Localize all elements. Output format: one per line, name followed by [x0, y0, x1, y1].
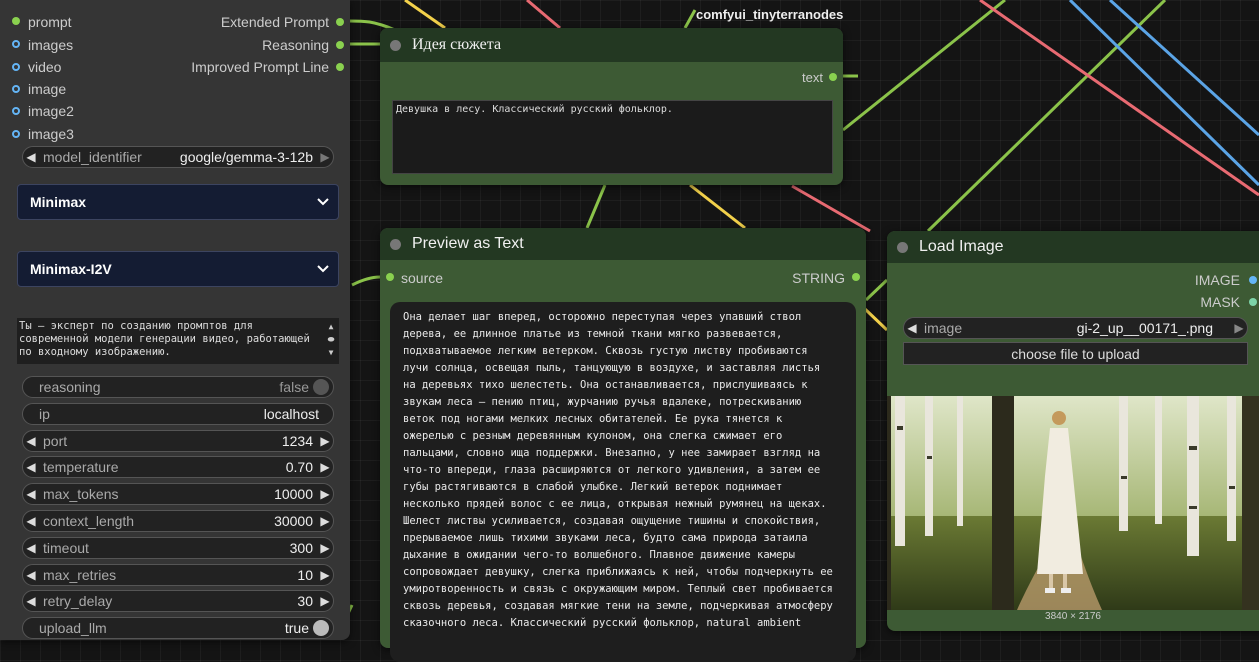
system-prompt-textarea[interactable]: Ты — эксперт по созданию промптов для со… — [17, 318, 339, 364]
decrement-arrow-icon[interactable]: ◀ — [23, 434, 39, 448]
scrollbar[interactable]: ▲ ⬬ ▼ — [325, 320, 337, 362]
increment-arrow-icon[interactable]: ▶ — [317, 150, 333, 164]
input-label-source: source — [401, 270, 444, 286]
timeout-stepper[interactable]: ◀ timeout 300 ▶ — [22, 537, 334, 559]
image-dimensions: 3840 × 2176 — [1045, 611, 1101, 622]
node-header[interactable]: Идея сюжета — [380, 28, 843, 62]
input-slot-image3[interactable] — [12, 130, 20, 138]
output-slot-image[interactable] — [1249, 276, 1257, 284]
increment-arrow-icon[interactable]: ▶ — [317, 594, 333, 608]
ip-field[interactable]: ip localhost — [22, 403, 334, 425]
input-label-prompt: prompt — [28, 14, 72, 30]
input-label-image: image — [28, 81, 67, 97]
upload-llm-toggle[interactable]: upload_llm true — [22, 617, 334, 639]
input-slot-images[interactable] — [12, 40, 20, 48]
output-label-text: text — [802, 70, 823, 85]
wire-red — [791, 184, 871, 233]
decrement-arrow-icon[interactable]: ◀ — [23, 460, 39, 474]
chevron-down-icon — [317, 198, 329, 206]
node-header[interactable]: Load Image — [887, 231, 1259, 263]
input-slot-prompt[interactable] — [12, 17, 20, 25]
output-label-mask: MASK — [1200, 294, 1240, 310]
provider-select[interactable]: Minimax — [17, 184, 339, 220]
llm-prompt-node[interactable]: prompt images video image image2 image3 … — [0, 0, 350, 640]
output-label-extended-prompt: Extended Prompt — [220, 14, 329, 30]
load-image-node[interactable]: Load Image IMAGE MASK ◀ image gi-2_up__0… — [887, 231, 1259, 631]
chevron-down-icon — [317, 265, 329, 273]
output-label-improved-prompt-line: Improved Prompt Line — [191, 59, 329, 75]
decrement-arrow-icon[interactable]: ◀ — [904, 321, 920, 335]
wire-green — [864, 278, 889, 302]
node-title: Идея сюжета — [412, 36, 502, 53]
output-slot-extended-prompt[interactable] — [336, 18, 344, 26]
decrement-arrow-icon[interactable]: ◀ — [23, 487, 39, 501]
output-slot-string[interactable] — [852, 273, 860, 281]
input-label-video: video — [28, 59, 62, 75]
increment-arrow-icon[interactable]: ▶ — [317, 568, 333, 582]
toggle-knob[interactable] — [313, 379, 329, 395]
wire-green — [842, 0, 1006, 132]
model-identifier-widget[interactable]: ◀ model_identifier google/gemma-3-12b ▶ — [22, 146, 334, 168]
input-label-image2: image2 — [28, 103, 74, 119]
wire-blue — [1108, 0, 1259, 137]
output-slot-reasoning[interactable] — [336, 41, 344, 49]
decrement-arrow-icon[interactable]: ◀ — [23, 541, 39, 555]
reasoning-toggle[interactable]: reasoning false — [22, 376, 334, 398]
wire-yellow — [689, 183, 746, 230]
context-length-stepper[interactable]: ◀ context_length 30000 ▶ — [22, 510, 334, 532]
node-title: Preview as Text — [412, 235, 524, 252]
idea-textarea[interactable]: Девушка в лесу. Классический русский фол… — [392, 100, 833, 174]
collapse-dot-icon[interactable] — [390, 40, 401, 51]
increment-arrow-icon[interactable]: ▶ — [317, 514, 333, 528]
wire-blue — [1068, 0, 1259, 187]
preview-text-display: Она делает шаг вперед, осторожно пересту… — [390, 302, 856, 662]
temperature-stepper[interactable]: ◀ temperature 0.70 ▶ — [22, 456, 334, 478]
node-title: Load Image — [919, 238, 1004, 255]
max-retries-stepper[interactable]: ◀ max_retries 10 ▶ — [22, 564, 334, 586]
output-label-reasoning: Reasoning — [262, 37, 329, 53]
input-label-images: images — [28, 37, 74, 53]
input-label-image3: image3 — [28, 126, 74, 142]
image-combo[interactable]: ◀ image gi-2_up__00171_.png ▶ — [903, 317, 1248, 339]
decrement-arrow-icon[interactable]: ◀ — [23, 594, 39, 608]
forest-photo — [887, 396, 1259, 610]
output-slot-text[interactable] — [829, 73, 837, 81]
collapse-dot-icon[interactable] — [390, 239, 401, 250]
increment-arrow-icon[interactable]: ▶ — [1231, 321, 1247, 335]
story-idea-node[interactable]: Идея сюжета text Девушка в лесу. Классич… — [380, 28, 843, 185]
input-slot-video[interactable] — [12, 63, 20, 71]
increment-arrow-icon[interactable]: ▶ — [317, 434, 333, 448]
max-tokens-stepper[interactable]: ◀ max_tokens 10000 ▶ — [22, 483, 334, 505]
wire-green — [585, 184, 607, 229]
node-header[interactable]: Preview as Text — [380, 228, 866, 260]
decrement-arrow-icon[interactable]: ◀ — [23, 150, 39, 164]
input-slot-image[interactable] — [12, 85, 20, 93]
wire-green — [683, 9, 697, 29]
output-slot-improved-prompt-line[interactable] — [336, 63, 344, 71]
decrement-arrow-icon[interactable]: ◀ — [23, 568, 39, 582]
output-label-image: IMAGE — [1194, 272, 1240, 288]
preview-text-node[interactable]: Preview as Text source STRING Она делает… — [380, 228, 866, 662]
node-pack-label: comfyui_tinyterranodes — [696, 7, 844, 22]
retry-delay-stepper[interactable]: ◀ retry_delay 30 ▶ — [22, 590, 334, 612]
wire-green — [351, 275, 381, 287]
input-slot-source[interactable] — [386, 273, 394, 281]
upload-button[interactable]: choose file to upload — [903, 342, 1248, 365]
increment-arrow-icon[interactable]: ▶ — [317, 541, 333, 555]
toggle-knob[interactable] — [313, 620, 329, 636]
increment-arrow-icon[interactable]: ▶ — [317, 487, 333, 501]
wire-yellow — [404, 0, 446, 30]
input-slot-image2[interactable] — [12, 107, 20, 115]
model-select[interactable]: Minimax-I2V — [17, 251, 339, 287]
increment-arrow-icon[interactable]: ▶ — [317, 460, 333, 474]
wire-red — [526, 0, 561, 30]
port-stepper[interactable]: ◀ port 1234 ▶ — [22, 430, 334, 452]
image-preview — [887, 396, 1259, 610]
collapse-dot-icon[interactable] — [897, 242, 908, 253]
output-label-string: STRING — [792, 270, 845, 286]
output-slot-mask[interactable] — [1249, 298, 1257, 306]
decrement-arrow-icon[interactable]: ◀ — [23, 514, 39, 528]
